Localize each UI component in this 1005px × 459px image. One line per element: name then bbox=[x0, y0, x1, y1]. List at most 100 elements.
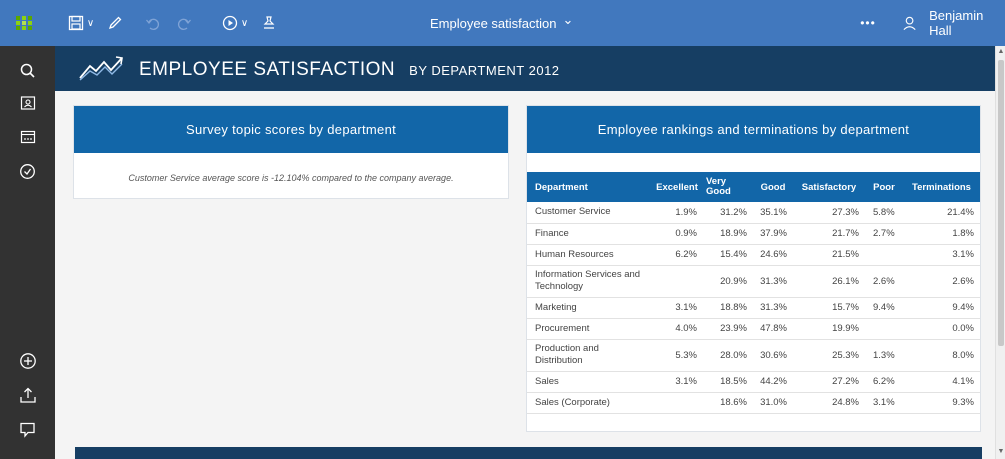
column-header[interactable]: Terminations bbox=[903, 172, 980, 202]
table-row[interactable]: Customer Service 1.9% 31.2% 35.1% 27.3% 5.8% 2… bbox=[527, 202, 980, 224]
value-cell: 6.2% bbox=[651, 244, 703, 266]
value-cell: 5.3% bbox=[651, 339, 703, 372]
survey-panel[interactable]: Survey topic scores by department Custom… bbox=[73, 105, 509, 199]
value-cell: 3.1% bbox=[651, 297, 703, 319]
scroll-up-icon[interactable]: ▲ bbox=[997, 48, 1005, 56]
value-cell: 2.6% bbox=[865, 265, 903, 298]
report-title-text: EMPLOYEE SATISFACTION bbox=[139, 59, 396, 80]
value-cell: 35.1% bbox=[753, 202, 793, 224]
column-header[interactable]: Very Good bbox=[703, 172, 753, 202]
save-menu-button[interactable]: ∨ bbox=[64, 0, 98, 46]
value-cell: 4.1% bbox=[903, 371, 980, 393]
rankings-panel-header: Employee rankings and terminations by de… bbox=[527, 106, 980, 153]
user-menu[interactable]: Benjamin Hall bbox=[902, 0, 1005, 46]
department-cell: Marketing bbox=[527, 297, 651, 319]
edit-icon[interactable] bbox=[103, 0, 127, 46]
more-icon[interactable]: ••• bbox=[853, 0, 883, 46]
value-cell: 31.3% bbox=[753, 265, 793, 298]
value-cell: 18.9% bbox=[703, 223, 753, 245]
report-title-dropdown[interactable]: Employee satisfaction ⌄ bbox=[430, 0, 573, 46]
value-cell: 3.1% bbox=[903, 244, 980, 266]
survey-panel-header: Survey topic scores by department bbox=[74, 106, 508, 153]
value-cell: 31.3% bbox=[753, 297, 793, 319]
run-menu-button[interactable]: ∨ bbox=[217, 0, 253, 46]
value-cell: 21.5% bbox=[793, 244, 865, 266]
play-icon bbox=[222, 15, 237, 31]
value-cell: 1.9% bbox=[651, 202, 703, 224]
column-header[interactable]: Satisfactory bbox=[793, 172, 865, 202]
value-cell: 44.2% bbox=[753, 371, 793, 393]
value-cell bbox=[865, 318, 903, 340]
upload-icon[interactable] bbox=[0, 380, 55, 410]
search-icon[interactable] bbox=[0, 56, 55, 86]
table-row[interactable]: Sales (Corporate) 18.6% 31.0% 24.8% 3.1% 9.3% bbox=[527, 392, 980, 414]
report-subtitle-text: BY DEPARTMENT 2012 bbox=[409, 63, 560, 78]
table-header-row: Department Excellent Very Good Good Satis… bbox=[527, 172, 980, 202]
department-cell: Procurement bbox=[527, 318, 651, 340]
value-cell: 15.4% bbox=[703, 244, 753, 266]
next-section-header bbox=[75, 447, 982, 459]
chevron-down-icon: ⌄ bbox=[562, 12, 574, 27]
column-header[interactable]: Good bbox=[753, 172, 793, 202]
column-header[interactable]: Poor bbox=[865, 172, 903, 202]
value-cell bbox=[865, 244, 903, 266]
chevron-down-icon: ∨ bbox=[86, 17, 95, 29]
vertical-scrollbar[interactable]: ▲ ▼ bbox=[995, 46, 1005, 459]
scrollbar-thumb[interactable] bbox=[998, 60, 1004, 346]
left-navigation bbox=[0, 46, 55, 459]
department-cell: Production and Distribution bbox=[527, 339, 651, 372]
value-cell: 9.4% bbox=[865, 297, 903, 319]
value-cell: 28.0% bbox=[703, 339, 753, 372]
comment-icon[interactable] bbox=[0, 414, 55, 444]
value-cell: 37.9% bbox=[753, 223, 793, 245]
rankings-panel[interactable]: Employee rankings and terminations by de… bbox=[526, 105, 981, 432]
value-cell: 47.8% bbox=[753, 318, 793, 340]
save-icon bbox=[68, 15, 83, 31]
table-row[interactable]: Finance 0.9% 18.9% 37.9% 21.7% 2.7% 1.8% bbox=[527, 223, 980, 245]
value-cell: 19.9% bbox=[793, 318, 865, 340]
value-cell: 0.0% bbox=[903, 318, 980, 340]
recent-icon[interactable] bbox=[0, 156, 55, 186]
value-cell: 21.4% bbox=[903, 202, 980, 224]
value-cell: 31.2% bbox=[703, 202, 753, 224]
table-row[interactable]: Sales 3.1% 18.5% 44.2% 27.2% 6.2% 4.1% bbox=[527, 371, 980, 393]
rankings-table: Department Excellent Very Good Good Satis… bbox=[527, 172, 980, 414]
value-cell: 18.6% bbox=[703, 392, 753, 414]
app-grid-icon[interactable] bbox=[12, 0, 36, 46]
table-row[interactable]: Production and Distribution 5.3% 28.0% 30.6… bbox=[527, 339, 980, 372]
user-icon bbox=[903, 16, 916, 31]
team-content-icon[interactable] bbox=[0, 122, 55, 152]
table-row[interactable]: Procurement 4.0% 23.9% 47.8% 19.9% 0.0% bbox=[527, 318, 980, 340]
value-cell: 6.2% bbox=[865, 371, 903, 393]
value-cell: 1.8% bbox=[903, 223, 980, 245]
column-header[interactable]: Department bbox=[527, 172, 651, 202]
value-cell: 3.1% bbox=[865, 392, 903, 414]
table-row[interactable]: Human Resources 6.2% 15.4% 24.6% 21.5% 3.1% bbox=[527, 244, 980, 266]
column-header[interactable]: Excellent bbox=[651, 172, 703, 202]
table-row[interactable]: Information Services and Technology 20.9%… bbox=[527, 265, 980, 298]
value-cell: 27.3% bbox=[793, 202, 865, 224]
value-cell: 30.6% bbox=[753, 339, 793, 372]
value-cell: 18.8% bbox=[703, 297, 753, 319]
table-row[interactable]: Marketing 3.1% 18.8% 31.3% 15.7% 9.4% 9.4% bbox=[527, 297, 980, 319]
department-cell: Human Resources bbox=[527, 244, 651, 266]
my-content-icon[interactable] bbox=[0, 88, 55, 118]
survey-note: Customer Service average score is -12.10… bbox=[128, 173, 454, 183]
redo-icon[interactable] bbox=[173, 0, 195, 46]
department-cell: Customer Service bbox=[527, 202, 651, 224]
value-cell: 31.0% bbox=[753, 392, 793, 414]
report-title: Employee satisfaction bbox=[430, 15, 557, 31]
scroll-down-icon[interactable]: ▼ bbox=[997, 448, 1005, 456]
pin-icon[interactable] bbox=[258, 0, 280, 46]
new-icon[interactable] bbox=[0, 346, 55, 376]
value-cell: 0.9% bbox=[651, 223, 703, 245]
value-cell: 24.6% bbox=[753, 244, 793, 266]
value-cell: 24.8% bbox=[793, 392, 865, 414]
value-cell: 1.3% bbox=[865, 339, 903, 372]
value-cell: 15.7% bbox=[793, 297, 865, 319]
user-name: Benjamin Hall bbox=[929, 8, 984, 38]
top-toolbar: ∨ ∨ Employee satisfaction ⌄ ••• Benjamin… bbox=[0, 0, 1005, 46]
value-cell: 8.0% bbox=[903, 339, 980, 372]
department-cell: Sales bbox=[527, 371, 651, 393]
undo-icon[interactable] bbox=[141, 0, 163, 46]
